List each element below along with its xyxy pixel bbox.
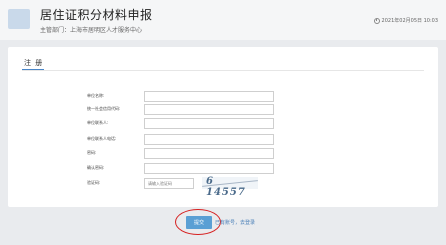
form-row-unit-name: 单位名称: — [87, 90, 274, 102]
header: 居住证积分材料申报 主管部门：上海市居明区人才服务中心 2021年02月05日 … — [0, 0, 446, 40]
department-label: 主管部门：上海市居明区人才服务中心 — [40, 27, 143, 34]
captcha-text: 6 14557 — [206, 176, 246, 198]
password-input[interactable] — [144, 147, 274, 159]
form-row-contact: 单位联系人: — [87, 117, 274, 129]
page-title: 居住证积分材料申报 — [40, 8, 153, 22]
confirm-password-input[interactable] — [144, 162, 274, 174]
login-link[interactable]: 已有账号，去登录 — [215, 219, 255, 226]
unit-name-label: 单位名称: — [87, 93, 105, 98]
contact-input[interactable] — [144, 117, 274, 129]
contact-label: 单位联系人: — [87, 120, 109, 125]
captcha-input[interactable] — [144, 177, 194, 189]
captcha-label: 验证码: — [87, 180, 101, 185]
form-row-password: 密码: — [87, 147, 274, 159]
contact-phone-label: 单位联系人电话: — [87, 136, 117, 141]
datetime: 2021年02月05日 10:03 — [373, 17, 438, 24]
form-row-confirm-password: 确认密码: — [87, 162, 274, 174]
credit-code-label: 统一社会信用代码: — [87, 106, 121, 111]
form-row-credit-code: 统一社会信用代码: — [87, 103, 274, 115]
unit-name-input[interactable] — [144, 90, 274, 102]
submit-button[interactable]: 提交 — [186, 216, 212, 229]
form-row-contact-phone: 单位联系人电话: — [87, 133, 274, 145]
contact-phone-input[interactable] — [144, 133, 274, 145]
clock-icon — [373, 17, 380, 24]
card-title: 注 册 — [24, 59, 44, 67]
credit-code-input[interactable] — [144, 103, 274, 115]
form-row-captcha: 验证码: 6 14557 — [87, 176, 258, 198]
password-label: 密码: — [87, 150, 97, 155]
confirm-password-label: 确认密码: — [87, 165, 105, 170]
datetime-text: 2021年02月05日 10:03 — [381, 18, 438, 24]
card-divider — [22, 70, 424, 71]
captcha-image[interactable]: 6 14557 — [202, 176, 258, 198]
logo — [8, 9, 30, 29]
